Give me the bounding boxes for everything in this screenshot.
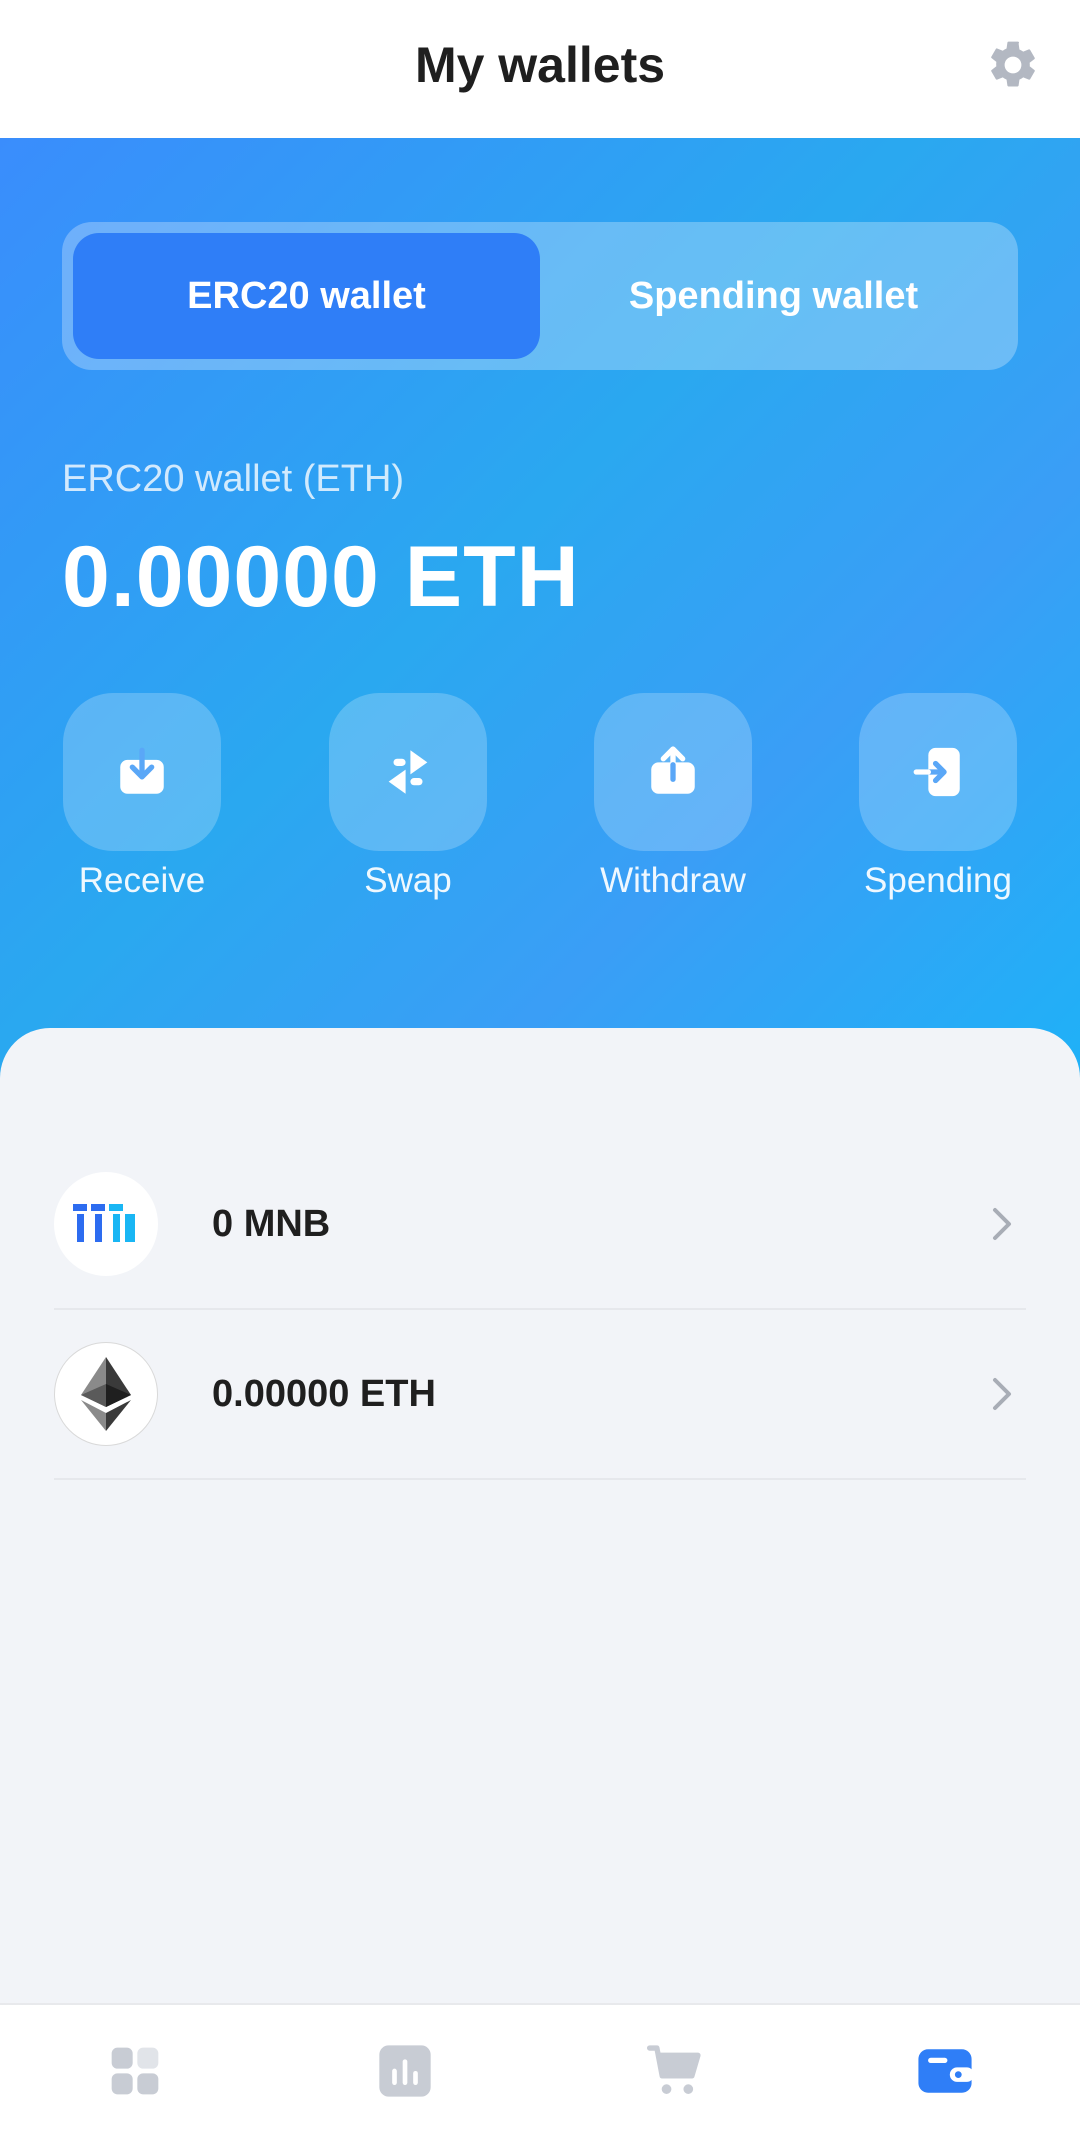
transfer-in-icon: [913, 747, 960, 797]
receive-icon: [120, 747, 164, 794]
asset-list: 0 MNB 0.00000 ETH: [0, 1028, 1080, 2003]
wallet-label: ERC20 wallet (ETH): [62, 458, 405, 500]
tab-spending-wallet[interactable]: Spending wallet: [540, 233, 1007, 359]
receive-label: Receive: [78, 861, 206, 900]
nav-market[interactable]: [375, 2041, 435, 2101]
nav-wallet[interactable]: [915, 2041, 975, 2101]
chart-icon: [379, 2045, 431, 2097]
nav-shop[interactable]: [645, 2041, 705, 2101]
withdraw-icon: [651, 746, 695, 794]
page-title: My wallets: [414, 37, 666, 93]
swap-label: Swap: [364, 861, 452, 900]
swap-button[interactable]: Swap: [328, 693, 488, 901]
chevron-right-icon: [982, 1374, 1022, 1414]
asset-row-mnb[interactable]: 0 MNB: [54, 1140, 1026, 1310]
mnb-logo-icon: [54, 1172, 158, 1276]
cart-icon: [646, 2045, 701, 2094]
withdraw-button[interactable]: Withdraw: [593, 693, 753, 901]
wallet-icon: [918, 2049, 974, 2093]
settings-button[interactable]: [984, 36, 1042, 94]
chevron-right-icon: [982, 1204, 1022, 1244]
wallet-hero: ERC20 wallet Spending wallet ERC20 walle…: [0, 138, 1080, 1078]
spending-button[interactable]: Spending: [858, 693, 1018, 901]
nav-home[interactable]: [105, 2041, 165, 2101]
asset-row-eth[interactable]: 0.00000 ETH: [54, 1310, 1026, 1480]
tab-erc20-wallet[interactable]: ERC20 wallet: [73, 233, 540, 359]
receive-button[interactable]: Receive: [62, 693, 222, 901]
asset-amount: 0 MNB: [212, 1202, 331, 1245]
ethereum-logo-icon: [54, 1342, 158, 1446]
spending-label: Spending: [864, 861, 1012, 900]
asset-amount: 0.00000 ETH: [212, 1372, 436, 1415]
bottom-navigation: [0, 2003, 1080, 2131]
grid-icon: [111, 2047, 159, 2095]
app-header: My wallets: [0, 0, 1080, 138]
wallet-type-switch: ERC20 wallet Spending wallet: [62, 222, 1018, 370]
gear-icon: [991, 41, 1035, 87]
wallet-actions: Receive Swap Withdraw Spending: [62, 693, 1018, 913]
wallet-balance: 0.00000 ETH: [62, 529, 580, 625]
withdraw-label: Withdraw: [600, 861, 746, 900]
swap-icon: [388, 750, 428, 794]
